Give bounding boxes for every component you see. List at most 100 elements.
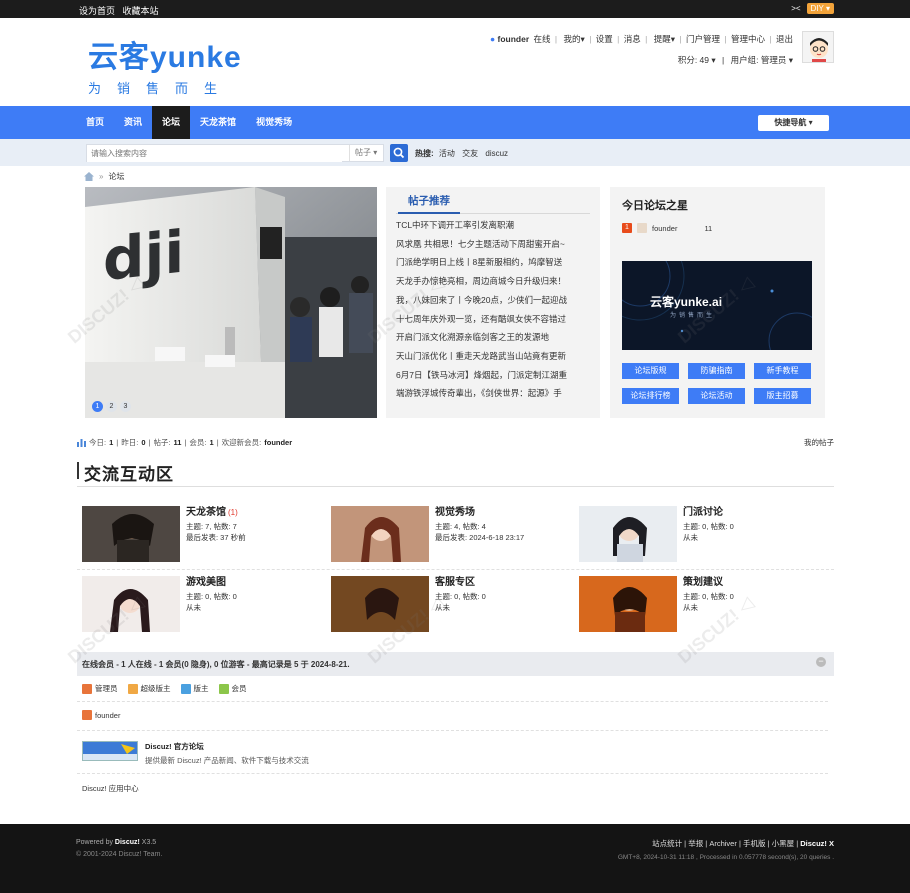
recommend-item[interactable]: TCL中环下调开工率引发离职潮 (396, 216, 590, 235)
search-button[interactable] (390, 144, 408, 162)
home-icon[interactable] (84, 172, 94, 181)
forum-last-post[interactable]: 最后发表: 2024-6-18 23:17 (435, 532, 524, 544)
footer-link-report[interactable]: 举报 (688, 839, 703, 848)
forum-name[interactable]: 策划建议 (683, 577, 723, 588)
star-avatar[interactable] (637, 223, 647, 233)
nav-visual-show[interactable]: 视觉秀场 (246, 106, 302, 139)
discuz-brand-link[interactable]: Discuz! (115, 839, 140, 846)
forum-thumbnail[interactable] (331, 576, 429, 632)
points-dropdown[interactable]: 积分: 49 ▾ (678, 55, 716, 65)
my-threads-link[interactable]: 我的帖子 (804, 437, 834, 448)
usergroup-dropdown[interactable]: 用户组: 管理员 ▾ (731, 55, 793, 65)
friend-link-desc: 提供最新 Discuz! 产品新闻、软件下载与技术交流 (145, 756, 309, 765)
forum-name[interactable]: 游戏美图 (186, 577, 226, 588)
recommend-panel: 帖子推荐 TCL中环下调开工率引发离职潮 风求凰 共相思！七夕主题活动下周甜蜜开… (386, 187, 600, 418)
recommend-item[interactable]: 天山门派优化丨重走天龙路武当山站竟有更新 (396, 347, 590, 366)
nav-forum[interactable]: 论坛 (152, 106, 191, 139)
online-username[interactable]: founder (95, 711, 120, 720)
search-box: 帖子 ▾ (86, 144, 384, 162)
forum-item-visual-show[interactable]: 视觉秀场 主题: 4, 帖数: 4 最后发表: 2024-6-18 23:17 (331, 506, 571, 562)
section-title[interactable]: 交流互动区 (84, 460, 174, 485)
forum-name[interactable]: 客服专区 (435, 577, 475, 588)
menu-remind[interactable]: 提醒▾ (652, 34, 675, 44)
search-input[interactable] (87, 145, 342, 162)
forum-ranking-button[interactable]: 论坛排行榜 (622, 388, 679, 404)
footer-gmt: GMT+8, 2024-10-31 11:18 , Processed in 0… (617, 854, 834, 861)
hot-item[interactable]: 交友 (462, 149, 478, 158)
nav-tianlong-teahouse[interactable]: 天龙茶馆 (190, 106, 246, 139)
hot-searches: 热搜: 活动 交友 discuz (415, 148, 513, 159)
friend-link-title[interactable]: Discuz! 官方论坛 (145, 741, 309, 752)
forum-thumbnail[interactable] (82, 576, 180, 632)
section-header: 交流互动区 (77, 460, 834, 487)
forum-last-post[interactable]: 最后发表: 37 秒前 (186, 532, 246, 544)
forum-item-game-art[interactable]: 游戏美图 主题: 0, 帖数: 0 从未 (82, 576, 322, 632)
recommend-item[interactable]: 我，八妹回来了丨今晚20点，少侠们一起迎战 (396, 291, 590, 310)
forum-events-button[interactable]: 论坛活动 (688, 388, 745, 404)
menu-my[interactable]: 我的▾ (562, 34, 585, 44)
footer-link-archiver[interactable]: Archiver (709, 839, 737, 848)
newbie-guide-button[interactable]: 新手教程 (754, 363, 811, 379)
footer-link-stats[interactable]: 站点统计 (652, 839, 682, 848)
forum-thumbnail[interactable] (579, 506, 677, 562)
footer-link-mobile[interactable]: 手机版 (743, 839, 766, 848)
footer-brand-link[interactable]: Discuz! X (800, 839, 834, 848)
friend-link[interactable]: Discuz! 官方论坛 提供最新 Discuz! 产品新闻、软件下载与技术交流 (82, 741, 309, 766)
recommend-title[interactable]: 帖子推荐 (398, 187, 460, 214)
forum-name[interactable]: 视觉秀场 (435, 507, 475, 518)
image-slider[interactable]: dji 1 2 3 (85, 187, 377, 418)
hot-item[interactable]: 活动 (439, 149, 455, 158)
forum-thumbnail[interactable] (82, 506, 180, 562)
promo-banner[interactable]: 云客yunke.ai 为销售而生 (622, 261, 812, 350)
newest-member-link[interactable]: founder (264, 438, 292, 447)
site-logo[interactable]: 云客yunke 为销售而生 (88, 32, 242, 97)
app-center-link[interactable]: Discuz! 应用中心 (82, 783, 139, 794)
recommend-item[interactable]: 端游铁浮城传奇輩出，《剑侠世界：起源》手 (396, 384, 590, 403)
slide-page-1[interactable]: 1 (92, 401, 103, 412)
admin-icon (82, 710, 92, 720)
slide-page-2[interactable]: 2 (106, 401, 117, 412)
recommend-item[interactable]: 十七周年庆外观一览，还有酷飒女侠不容错过 (396, 310, 590, 329)
recommend-item[interactable]: 风求凰 共相思！七夕主题活动下周甜蜜开启~ (396, 235, 590, 254)
menu-portal-admin[interactable]: 门户管理 (686, 34, 720, 44)
forum-item-support[interactable]: 客服专区 主题: 0, 帖数: 0 从未 (331, 576, 571, 632)
menu-settings[interactable]: 设置 (596, 34, 613, 44)
nav-home[interactable]: 首页 (76, 106, 114, 139)
slide-page-3[interactable]: 3 (120, 401, 131, 412)
star-title: 今日论坛之星 (622, 200, 688, 212)
forum-rules-button[interactable]: 论坛版规 (622, 363, 679, 379)
forum-thumbnail[interactable] (331, 506, 429, 562)
quick-nav-button[interactable]: 快捷导航 ▾ (758, 115, 829, 131)
menu-messages[interactable]: 消息 (624, 34, 641, 44)
moderator-icon (180, 683, 191, 694)
recommend-item[interactable]: 天龙手办惊艳亮相，周边商城今日升级归来！ (396, 272, 590, 291)
switch-width-icon[interactable]: >< (791, 4, 800, 13)
footer: Powered by Discuz! X3.5 © 2001-2024 Disc… (0, 824, 910, 893)
forum-thumbnail[interactable] (579, 576, 677, 632)
forum-item-sect-discussion[interactable]: 门派讨论 主题: 0, 帖数: 0 从未 (579, 506, 819, 562)
star-username[interactable]: founder (652, 224, 677, 233)
menu-logout[interactable]: 退出 (776, 34, 793, 44)
anti-fraud-button[interactable]: 防骗指南 (688, 363, 745, 379)
menu-admin-center[interactable]: 管理中心 (731, 34, 765, 44)
collapse-icon[interactable]: − (816, 657, 826, 667)
hot-item[interactable]: discuz (485, 149, 508, 158)
forum-item-suggestions[interactable]: 策划建议 主题: 0, 帖数: 0 从未 (579, 576, 819, 632)
diy-button[interactable]: DIY ▾ (806, 3, 834, 14)
forum-name[interactable]: 天龙茶馆 (186, 507, 226, 518)
recommend-item[interactable]: 门派绝学明日上线丨8星新服相约，鸠摩智送 (396, 253, 590, 272)
search-type-select[interactable]: 帖子 ▾ (349, 145, 383, 161)
avatar[interactable] (802, 31, 834, 63)
username-link[interactable]: founder (498, 34, 530, 44)
discuz-logo[interactable] (82, 741, 138, 761)
moderator-recruit-button[interactable]: 版主招募 (754, 388, 811, 404)
recommend-item[interactable]: 6月7日【铁马冰河】烽烟起，门派定制江湖重 (396, 366, 590, 385)
bookmark-link[interactable]: 收藏本站 (123, 6, 159, 16)
recommend-item[interactable]: 开启门派文化溯源亲临剑客之王的发源地 (396, 328, 590, 347)
forum-item-tianlong[interactable]: 天龙茶馆 (1) 主题: 7, 帖数: 7 最后发表: 37 秒前 (82, 506, 322, 562)
nav-news[interactable]: 资讯 (114, 106, 152, 139)
set-home-link[interactable]: 设为首页 (79, 6, 115, 16)
footer-link-blackroom[interactable]: 小黑屋 (772, 839, 795, 848)
forum-name[interactable]: 门派讨论 (683, 507, 723, 518)
breadcrumb-current[interactable]: 论坛 (108, 171, 124, 182)
